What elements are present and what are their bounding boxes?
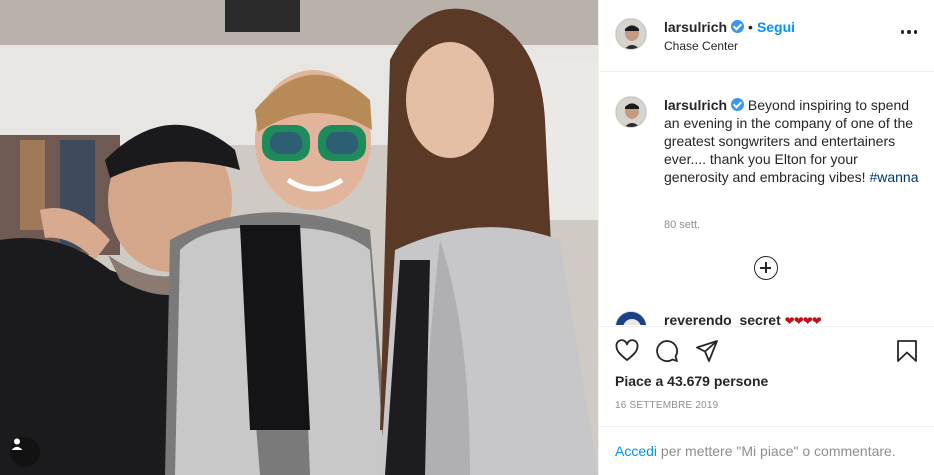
more-dots-icon[interactable]: [900, 30, 917, 34]
caption-author-avatar[interactable]: [615, 96, 647, 128]
follow-button[interactable]: Segui: [757, 19, 795, 35]
comment-text: ❤❤❤❤: [784, 314, 822, 325]
caption-username[interactable]: larsulrich: [664, 97, 727, 113]
avatar-photo: [616, 19, 646, 49]
instagram-post: larsulrich • Segui Chase Center larsulrich: [0, 0, 934, 475]
likes-count[interactable]: Piace a 43.679 persone: [615, 373, 768, 389]
plus-circle-icon[interactable]: [754, 256, 778, 280]
post-date: 16 SETTEMBRE 2019: [615, 400, 719, 411]
post-photo[interactable]: [0, 0, 598, 475]
user-icon: [11, 438, 23, 450]
post-location[interactable]: Chase Center: [664, 39, 738, 53]
heart-icon[interactable]: [615, 339, 639, 363]
login-prompt: Accedi per mettere "Mi piace" o commenta…: [599, 426, 934, 475]
post-actions: Piace a 43.679 persone 16 SETTEMBRE 2019…: [599, 326, 934, 475]
login-prompt-text: per mettere "Mi piace" o commentare.: [657, 443, 896, 459]
dot: [913, 30, 917, 34]
comments-area[interactable]: larsulrich Beyond inspiring to spend an …: [599, 73, 934, 325]
dot: [907, 30, 911, 34]
bookmark-icon[interactable]: [895, 339, 919, 363]
commenter-avatar[interactable]: [615, 311, 647, 325]
user-tag-button[interactable]: [10, 437, 40, 467]
comment-item: reverendo_secret ❤❤❤❤: [664, 312, 822, 325]
commenter-username[interactable]: reverendo_secret: [664, 312, 781, 325]
dot: [900, 30, 904, 34]
caption-hashtag[interactable]: #wanna: [869, 169, 918, 185]
action-icons-row: [615, 339, 719, 363]
verified-badge-icon: [731, 98, 745, 111]
photo-illustration: [0, 0, 598, 475]
avatar-photo: [616, 312, 646, 325]
header-user-line: larsulrich • Segui: [664, 19, 795, 35]
paper-plane-icon[interactable]: [695, 339, 719, 363]
login-link[interactable]: Accedi: [615, 443, 657, 459]
avatar-photo: [616, 97, 646, 127]
separator-dot: •: [748, 19, 753, 35]
author-username[interactable]: larsulrich: [664, 19, 727, 35]
post-header: larsulrich • Segui Chase Center: [599, 0, 934, 72]
verified-badge-icon: [731, 20, 745, 33]
author-avatar[interactable]: [615, 18, 647, 50]
post-side-panel: larsulrich • Segui Chase Center larsulrich: [598, 0, 934, 475]
post-caption: larsulrich Beyond inspiring to spend an …: [664, 96, 920, 186]
comment-icon[interactable]: [655, 339, 679, 363]
caption-age: 80 sett.: [664, 219, 701, 231]
